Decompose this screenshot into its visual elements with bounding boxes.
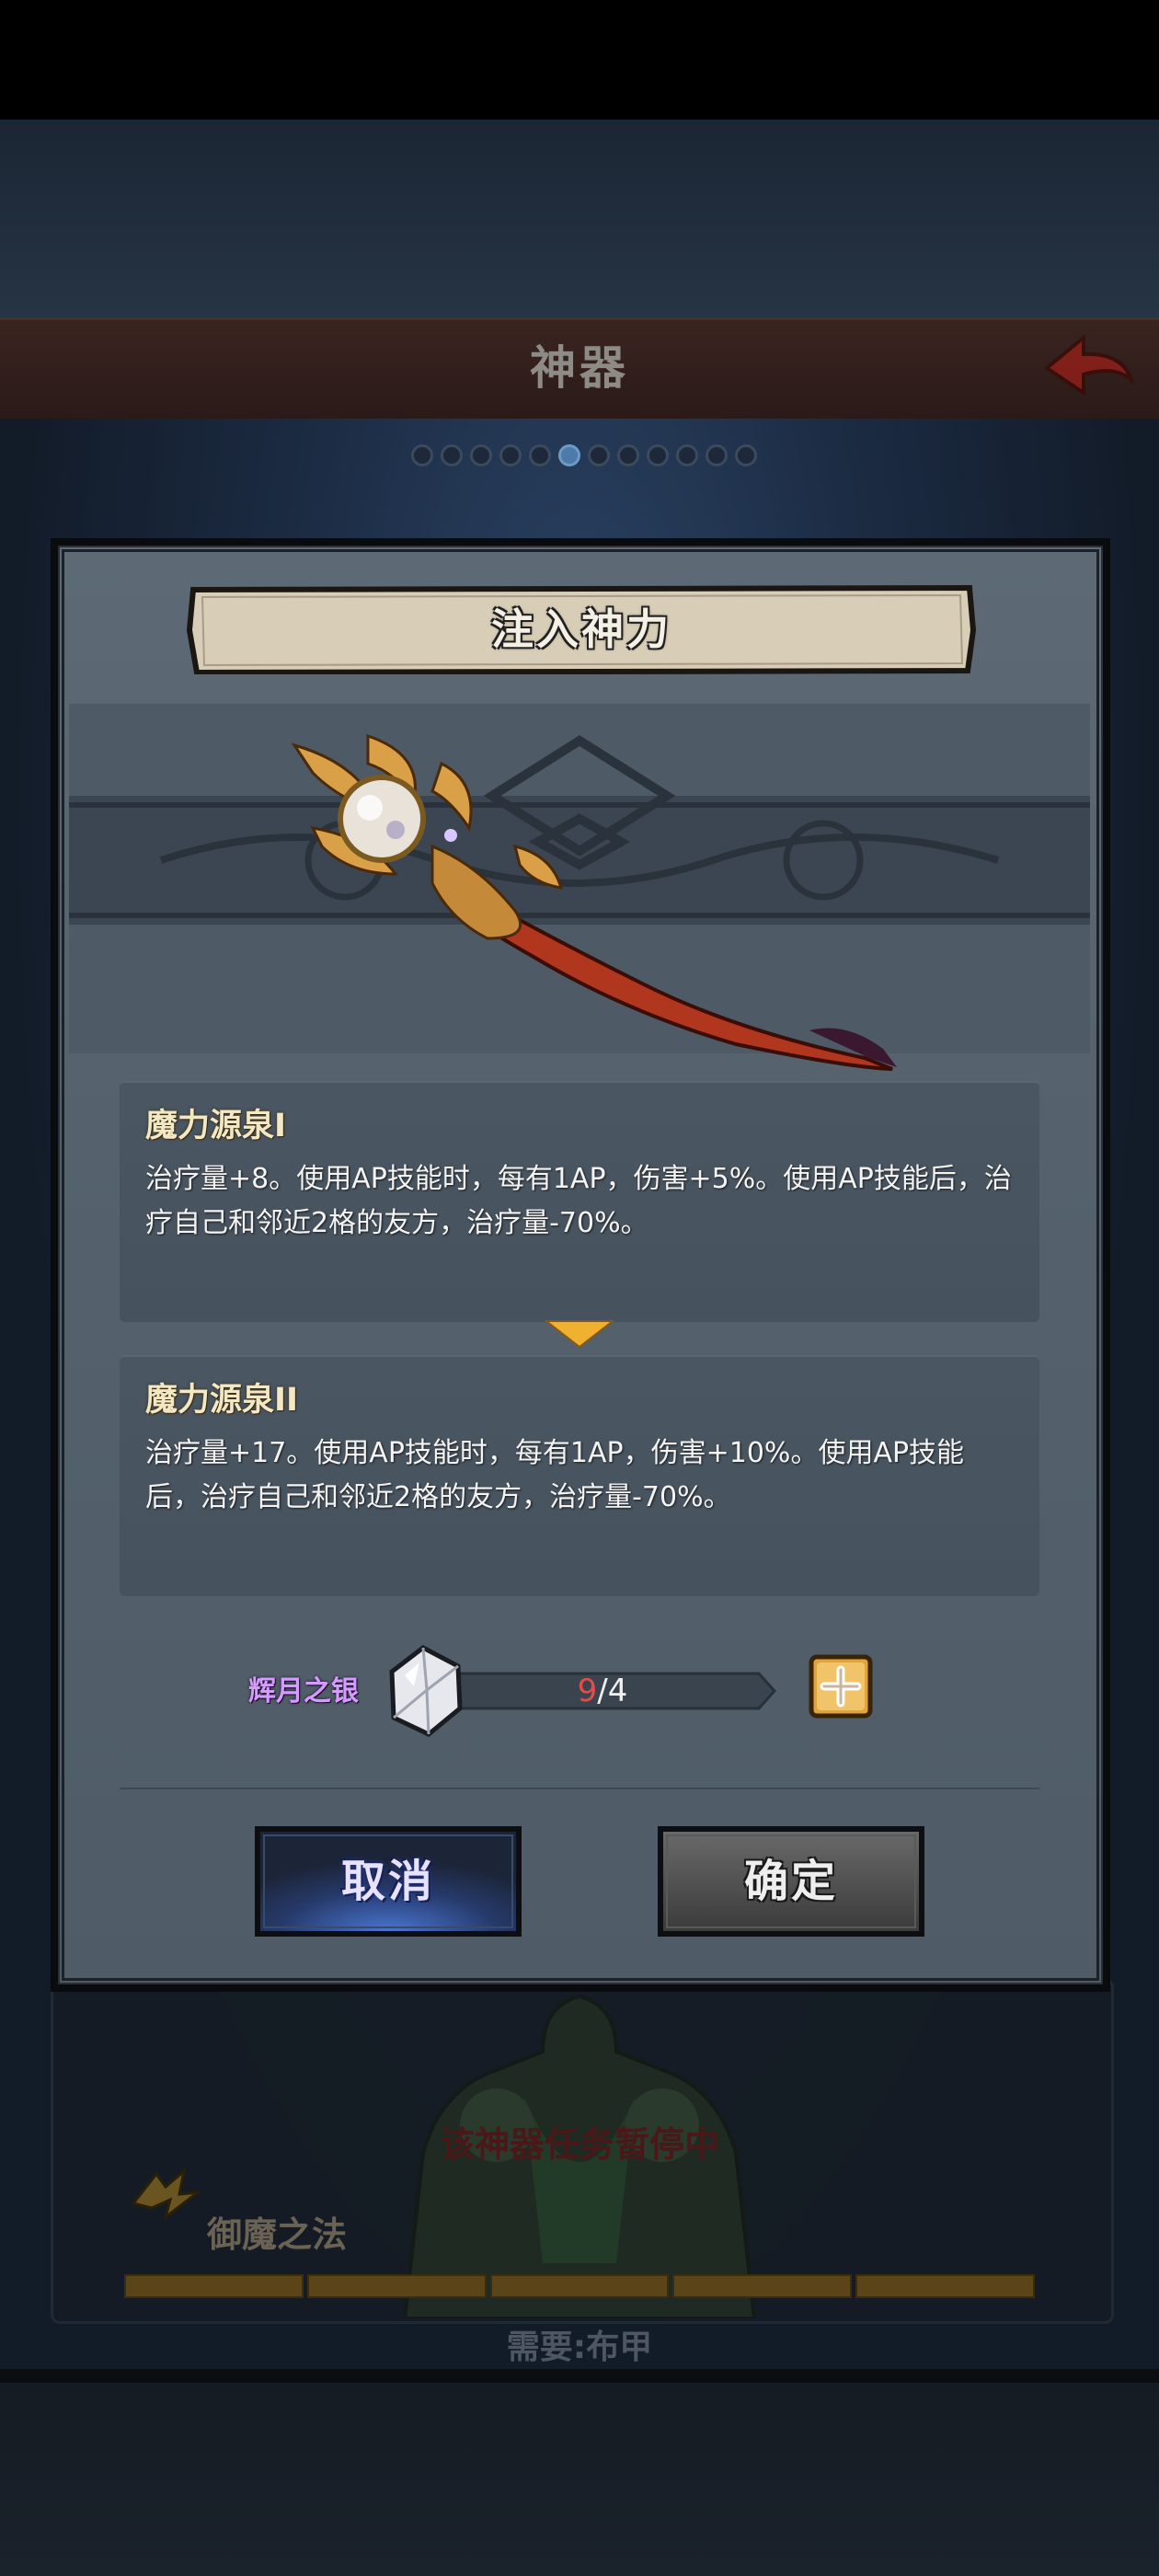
- chevron-down-icon: [544, 1320, 615, 1349]
- page-dot: [411, 444, 433, 466]
- task-progress-bar: [124, 2274, 1035, 2298]
- page-dot: [588, 444, 610, 466]
- current-effect-description: 治疗量+8。使用AP技能时，每有1AP，伤害+5%。使用AP技能后，治疗自己和邻…: [145, 1163, 1012, 1239]
- status-bar-area: [0, 0, 1159, 120]
- current-effect-panel: 魔力源泉I 治疗量+8。使用AP技能时，每有1AP，伤害+5%。使用AP技能后，…: [120, 1081, 1039, 1322]
- progress-segment: [124, 2274, 304, 2298]
- progress-segment: [855, 2274, 1035, 2298]
- current-effect-name: 魔力源泉I: [145, 1108, 287, 1144]
- dialog-divider: [120, 1788, 1039, 1789]
- requirement-text: 需要:布甲: [506, 2329, 653, 2366]
- add-material-button[interactable]: [808, 1653, 874, 1719]
- page-dot: [529, 444, 551, 466]
- moonsilver-gem-icon: [389, 1645, 463, 1737]
- page-dot: [676, 444, 698, 466]
- material-required: 4: [607, 1673, 628, 1709]
- material-count: 9/4: [432, 1670, 773, 1712]
- background-top: [0, 120, 1159, 317]
- page-dot: [647, 444, 669, 466]
- progress-segment: [672, 2274, 853, 2298]
- dialog-title: 注入神力: [491, 604, 671, 654]
- skill-emblem-icon: [131, 2168, 202, 2221]
- page-dot-active: [558, 444, 580, 466]
- page-title: 神器: [530, 341, 629, 395]
- material-owned: 9: [577, 1673, 598, 1709]
- background-bottom: [0, 2383, 1159, 2576]
- count-separator: /: [597, 1673, 608, 1709]
- back-arrow-icon[interactable]: [1039, 327, 1141, 409]
- page-dot: [499, 444, 522, 466]
- confirm-button-label: 确定: [743, 1856, 838, 1907]
- progress-segment: [489, 2274, 670, 2298]
- next-effect-description: 治疗量+17。使用AP技能时，每有1AP，伤害+10%。使用AP技能后，治疗自己…: [145, 1437, 965, 1513]
- next-effect-panel: 魔力源泉II 治疗量+17。使用AP技能时，每有1AP，伤害+10%。使用AP技…: [120, 1355, 1039, 1596]
- page-dot: [470, 444, 492, 466]
- page-dot: [706, 444, 728, 466]
- page-dot: [617, 444, 639, 466]
- material-name: 辉月之银: [248, 1675, 359, 1708]
- page-dot: [735, 444, 757, 466]
- page-dot: [441, 444, 463, 466]
- progress-segment: [306, 2274, 487, 2298]
- skill-name: 御魔之法: [207, 2214, 348, 2255]
- next-effect-name: 魔力源泉II: [145, 1382, 299, 1419]
- task-paused-text: 该神器任务暂停中: [439, 2124, 719, 2165]
- page-indicator: [368, 442, 800, 469]
- staff-artifact-icon: [291, 733, 897, 1071]
- cancel-button-label: 取消: [340, 1856, 435, 1907]
